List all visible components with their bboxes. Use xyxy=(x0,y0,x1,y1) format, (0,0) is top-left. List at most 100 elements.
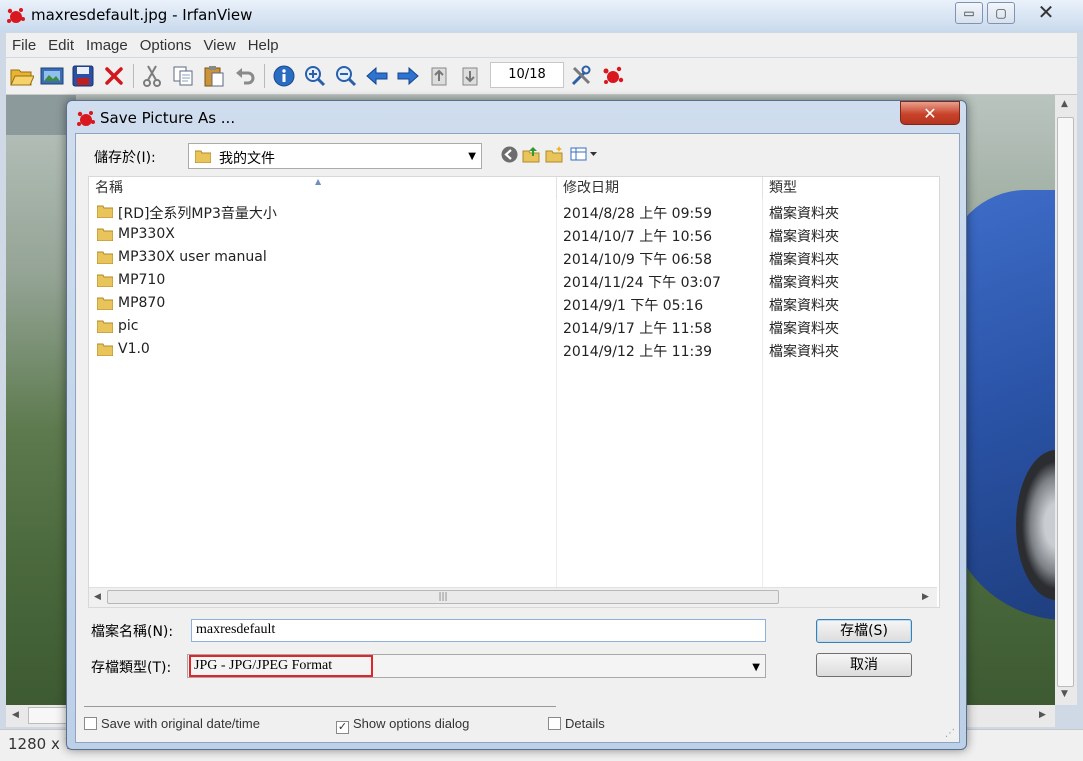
resize-grip-icon[interactable]: ⋰ xyxy=(945,728,955,739)
column-name-label: 名稱 xyxy=(95,180,123,196)
zoom-out-button[interactable] xyxy=(333,63,359,89)
list-item[interactable]: MP330X user manual 2014/10/9 下午 06:58 檔案… xyxy=(89,246,937,269)
save-button[interactable] xyxy=(70,63,96,89)
scroll-down-icon[interactable]: ▼ xyxy=(1061,689,1068,699)
horizontal-scroll-thumb[interactable] xyxy=(28,707,68,724)
undo-icon xyxy=(236,68,255,85)
column-type-label: 類型 xyxy=(769,180,797,196)
copy-button[interactable] xyxy=(170,63,196,89)
zoom-in-button[interactable] xyxy=(302,63,328,89)
copy-icon xyxy=(173,66,193,86)
menu-view[interactable]: View xyxy=(197,33,241,54)
file-type: 檔案資料夾 xyxy=(769,206,839,222)
file-list[interactable]: 名稱 ▲ 修改日期 類型 [RD]全系列MP3音量大小 2014/8/28 上午… xyxy=(88,176,940,608)
vertical-scroll-thumb[interactable] xyxy=(1057,117,1074,687)
folder-icon xyxy=(97,274,113,287)
menu-edit[interactable]: Edit xyxy=(42,33,80,54)
folder-icon xyxy=(195,150,211,163)
file-name-label: 檔案名稱(N): xyxy=(91,624,174,640)
highlight-box xyxy=(189,655,373,677)
file-type: 檔案資料夾 xyxy=(769,275,839,291)
up-folder-button[interactable] xyxy=(522,145,540,163)
file-type-select[interactable]: JPG - JPG/JPEG Format ▼ xyxy=(187,654,766,678)
new-folder-button[interactable] xyxy=(545,145,563,163)
undo-button[interactable] xyxy=(232,63,258,89)
file-date: 2014/9/1 下午 05:16 xyxy=(563,298,704,314)
save-in-combo[interactable]: 我的文件 ▼ xyxy=(188,143,482,169)
next-icon xyxy=(397,67,419,85)
file-name: V1.0 xyxy=(118,341,150,357)
scroll-right-icon[interactable]: ▶ xyxy=(1039,710,1046,720)
info-button[interactable] xyxy=(271,63,297,89)
folder-icon xyxy=(97,343,113,356)
info-icon xyxy=(273,65,295,87)
checkbox-unchecked-icon xyxy=(548,717,561,730)
menu-image[interactable]: Image xyxy=(80,33,134,54)
dialog-close-button[interactable]: ✕ xyxy=(900,101,960,125)
irfanview-logo-icon xyxy=(77,111,95,126)
save-original-date-checkbox[interactable]: Save with original date/time xyxy=(84,716,260,731)
scroll-left-icon[interactable]: ◀ xyxy=(12,710,19,720)
page-counter[interactable]: 10/18 xyxy=(490,62,564,88)
file-list-scroll-thumb[interactable]: ||| xyxy=(107,590,779,604)
settings-button[interactable] xyxy=(568,63,594,89)
save-icon xyxy=(72,65,94,87)
vertical-scrollbar[interactable]: ▲ ▼ xyxy=(1055,95,1077,705)
irfanview-logo-icon xyxy=(7,8,25,23)
previous-button[interactable] xyxy=(364,63,390,89)
list-item[interactable]: pic 2014/9/17 上午 11:58 檔案資料夾 xyxy=(89,315,937,338)
slideshow-button[interactable] xyxy=(39,63,65,89)
file-name: MP870 xyxy=(118,295,166,311)
view-menu-button[interactable] xyxy=(570,145,598,163)
paste-button[interactable] xyxy=(201,63,227,89)
file-type: 檔案資料夾 xyxy=(769,298,839,314)
show-options-checkbox[interactable]: ✓ Show options dialog xyxy=(336,716,469,734)
open-icon xyxy=(10,69,34,86)
close-icon: ✕ xyxy=(923,103,937,123)
minimize-button[interactable]: ▭ xyxy=(955,2,983,24)
file-name: MP710 xyxy=(118,272,166,288)
file-list-horizontal-scrollbar[interactable]: ◀ ||| ▶ xyxy=(89,587,937,607)
next-button[interactable] xyxy=(395,63,421,89)
close-icon: ✕ xyxy=(1037,0,1055,24)
menu-file[interactable]: File xyxy=(6,33,42,54)
toolbar-separator xyxy=(133,64,134,88)
list-item[interactable]: [RD]全系列MP3音量大小 2014/8/28 上午 09:59 檔案資料夾 xyxy=(89,200,937,223)
column-header-type[interactable]: 類型 xyxy=(763,177,937,199)
chevron-down-icon: ▼ xyxy=(752,662,760,673)
last-page-button[interactable] xyxy=(457,63,483,89)
file-name-input[interactable]: maxresdefault xyxy=(191,619,766,642)
options-divider xyxy=(84,706,556,707)
list-item[interactable]: MP710 2014/11/24 下午 03:07 檔案資料夾 xyxy=(89,269,937,292)
save-file-button[interactable]: 存檔(S) xyxy=(816,619,912,643)
menu-help[interactable]: Help xyxy=(242,33,285,54)
first-page-button[interactable] xyxy=(426,63,452,89)
back-button[interactable] xyxy=(500,145,518,163)
maximize-button[interactable]: ▢ xyxy=(987,2,1015,24)
details-checkbox[interactable]: Details xyxy=(548,716,605,731)
close-window-button[interactable]: ✕ xyxy=(1021,0,1071,24)
toolbar: 10/18 xyxy=(6,58,1077,95)
paste-icon xyxy=(204,66,224,87)
maximize-icon: ▢ xyxy=(995,6,1007,20)
scroll-left-icon[interactable]: ◀ xyxy=(94,592,101,602)
zoom-out-icon xyxy=(336,66,357,87)
file-type: 檔案資料夾 xyxy=(769,321,839,337)
scroll-right-icon[interactable]: ▶ xyxy=(922,592,929,602)
open-button[interactable] xyxy=(9,63,35,89)
cut-button[interactable] xyxy=(139,63,165,89)
up-folder-icon xyxy=(522,147,540,163)
list-item[interactable]: MP870 2014/9/1 下午 05:16 檔案資料夾 xyxy=(89,292,937,315)
checkbox-checked-icon: ✓ xyxy=(336,721,349,734)
list-item[interactable]: V1.0 2014/9/12 上午 11:39 檔案資料夾 xyxy=(89,338,937,361)
delete-button[interactable] xyxy=(101,63,127,89)
list-item[interactable]: MP330X 2014/10/7 上午 10:56 檔案資料夾 xyxy=(89,223,937,246)
file-name: [RD]全系列MP3音量大小 xyxy=(118,206,277,222)
irfanview-button[interactable] xyxy=(600,63,626,89)
cancel-button[interactable]: 取消 xyxy=(816,653,912,677)
scroll-up-icon[interactable]: ▲ xyxy=(1061,99,1068,109)
column-header-date[interactable]: 修改日期 xyxy=(557,177,763,199)
menu-options[interactable]: Options xyxy=(134,33,198,54)
zoom-in-icon xyxy=(305,66,326,87)
column-header-name[interactable]: 名稱 ▲ xyxy=(89,177,557,199)
